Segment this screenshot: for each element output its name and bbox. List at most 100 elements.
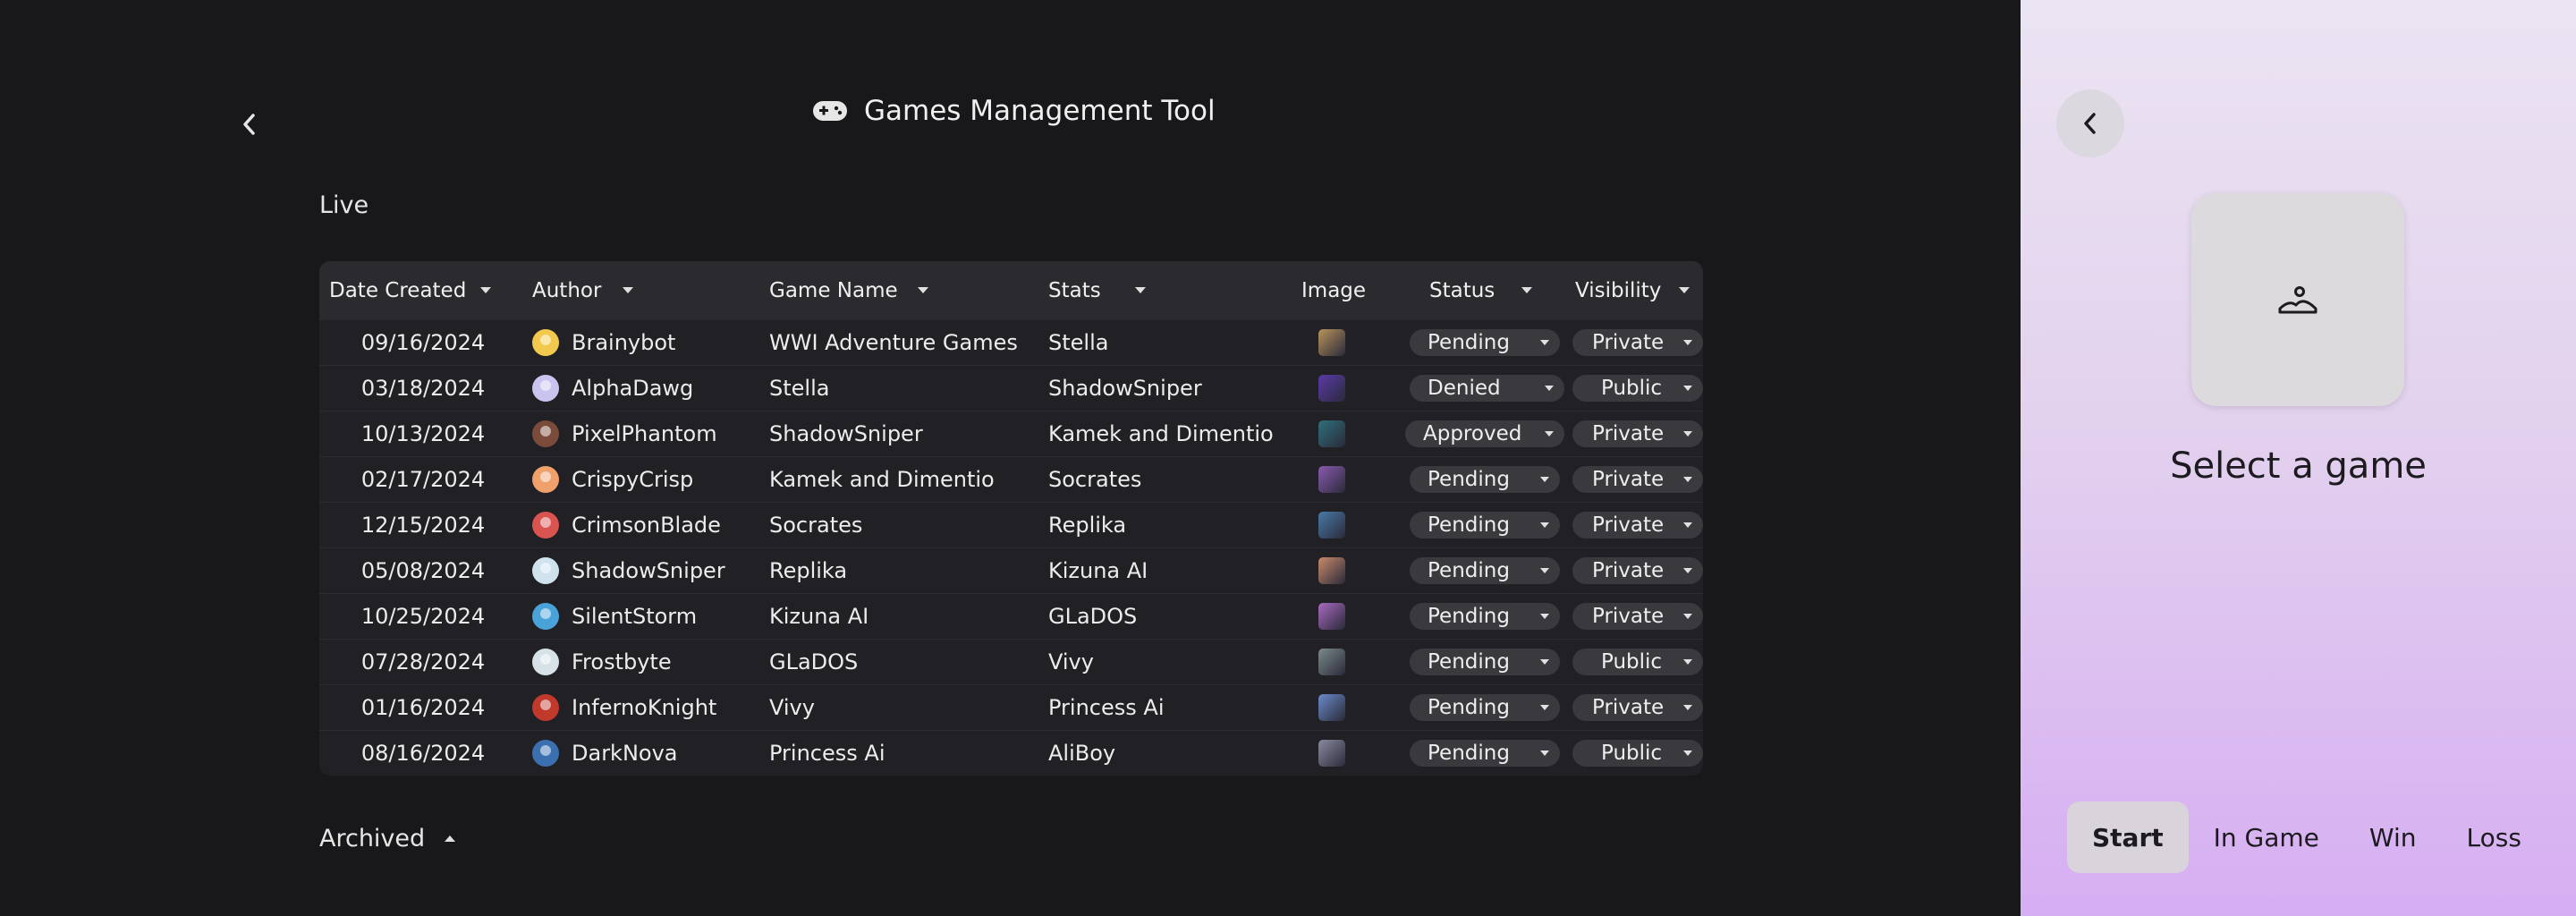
table-row[interactable]: 01/16/2024 InfernoKnight Vivy Princess Ai Pe… bbox=[319, 684, 1703, 730]
table-row[interactable]: 05/08/2024 ShadowSniper Replika Kizuna AI Pe… bbox=[319, 547, 1703, 593]
game-thumbnail bbox=[1318, 694, 1345, 721]
page-header: Games Management Tool bbox=[812, 89, 1216, 132]
status-value: Pending bbox=[1428, 605, 1510, 628]
tab-loss[interactable]: Loss bbox=[2442, 802, 2546, 873]
column-author[interactable]: Author bbox=[532, 261, 634, 319]
status-dropdown[interactable]: Pending bbox=[1410, 603, 1560, 630]
table-row[interactable]: 09/16/2024 Brainybot WWI Adventure Games St… bbox=[319, 319, 1703, 365]
chevron-down-icon bbox=[1683, 431, 1692, 437]
visibility-dropdown[interactable]: Public bbox=[1572, 375, 1703, 402]
author-cell: Brainybot bbox=[532, 320, 675, 365]
author-name: CrimsonBlade bbox=[572, 513, 721, 538]
status-dropdown[interactable]: Pending bbox=[1410, 329, 1560, 356]
chevron-down-icon bbox=[1540, 340, 1549, 345]
author-name: Frostbyte bbox=[572, 649, 672, 674]
game-thumbnail bbox=[1318, 603, 1345, 630]
table-row[interactable]: 03/18/2024 AlphaDawg Stella ShadowSniper Den… bbox=[319, 365, 1703, 411]
image-cell bbox=[1318, 411, 1345, 456]
date-created-cell: 12/15/2024 bbox=[360, 513, 486, 538]
column-visibility[interactable]: Visibility bbox=[1575, 261, 1690, 319]
status-dropdown[interactable]: Denied bbox=[1410, 375, 1564, 402]
select-game-label: Select a game bbox=[2170, 445, 2427, 487]
back-button[interactable] bbox=[231, 106, 268, 143]
visibility-value: Public bbox=[1601, 377, 1663, 400]
image-cell bbox=[1318, 366, 1345, 411]
archived-toggle[interactable]: Archived bbox=[319, 825, 456, 852]
visibility-dropdown[interactable]: Private bbox=[1572, 603, 1703, 630]
sort-caret-icon bbox=[1521, 287, 1533, 293]
column-date-created[interactable]: Date Created bbox=[329, 261, 492, 319]
visibility-value: Private bbox=[1592, 331, 1665, 354]
status-dropdown[interactable]: Pending bbox=[1410, 512, 1560, 539]
chevron-down-icon bbox=[1540, 705, 1549, 710]
chevron-down-icon bbox=[1683, 340, 1692, 345]
image-cell bbox=[1318, 548, 1345, 593]
author-cell: CrispyCrisp bbox=[532, 457, 693, 502]
author-name: DarkNova bbox=[572, 741, 678, 766]
visibility-dropdown[interactable]: Private bbox=[1572, 420, 1703, 447]
sort-caret-icon bbox=[1134, 287, 1146, 293]
author-cell: PixelPhantom bbox=[532, 411, 717, 456]
section-archived-heading: Archived bbox=[319, 825, 426, 852]
visibility-dropdown[interactable]: Public bbox=[1572, 649, 1703, 675]
status-dropdown[interactable]: Pending bbox=[1410, 694, 1560, 721]
visibility-value: Private bbox=[1592, 513, 1665, 537]
stats-cell: Vivy bbox=[1048, 649, 1094, 674]
game-image-placeholder bbox=[2191, 193, 2404, 406]
game-name-cell: Replika bbox=[769, 558, 848, 583]
table-row[interactable]: 08/16/2024 DarkNova Princess Ai AliBoy Pendi… bbox=[319, 730, 1703, 776]
stats-cell: GLaDOS bbox=[1048, 604, 1138, 629]
stats-cell: AliBoy bbox=[1048, 741, 1116, 766]
table-row[interactable]: 10/13/2024 PixelPhantom ShadowSniper Kamek … bbox=[319, 411, 1703, 456]
chevron-down-icon bbox=[1683, 568, 1692, 573]
visibility-dropdown[interactable]: Private bbox=[1572, 329, 1703, 356]
stats-cell: Replika bbox=[1048, 513, 1127, 538]
game-name-cell: Kizuna AI bbox=[769, 604, 869, 629]
main-panel: Games Management Tool Live Date Created … bbox=[0, 0, 2021, 916]
table-row[interactable]: 02/17/2024 CrispyCrisp Kamek and Dimentio S… bbox=[319, 456, 1703, 502]
avatar bbox=[532, 557, 559, 584]
chevron-down-icon bbox=[1540, 568, 1549, 573]
visibility-dropdown[interactable]: Private bbox=[1572, 466, 1703, 493]
game-name-cell: Vivy bbox=[769, 695, 815, 720]
table-row[interactable]: 07/28/2024 Frostbyte GLaDOS Vivy Pending Publ… bbox=[319, 639, 1703, 684]
visibility-dropdown[interactable]: Private bbox=[1572, 694, 1703, 721]
date-created-cell: 10/13/2024 bbox=[360, 421, 486, 446]
image-cell bbox=[1318, 503, 1345, 547]
date-created-cell: 08/16/2024 bbox=[360, 741, 486, 766]
visibility-dropdown[interactable]: Private bbox=[1572, 557, 1703, 584]
column-status[interactable]: Status bbox=[1429, 261, 1533, 319]
avatar bbox=[532, 603, 559, 630]
status-dropdown[interactable]: Pending bbox=[1410, 740, 1560, 767]
author-cell: Frostbyte bbox=[532, 640, 672, 684]
tab-start[interactable]: Start bbox=[2067, 802, 2189, 873]
status-dropdown[interactable]: Pending bbox=[1410, 466, 1560, 493]
column-stats[interactable]: Stats bbox=[1048, 261, 1146, 319]
image-cell bbox=[1318, 731, 1345, 776]
image-placeholder-icon bbox=[2278, 286, 2318, 314]
status-dropdown[interactable]: Approved bbox=[1405, 420, 1564, 447]
tab-win[interactable]: Win bbox=[2344, 802, 2442, 873]
visibility-value: Private bbox=[1592, 559, 1665, 582]
stats-cell: Socrates bbox=[1048, 467, 1142, 492]
sort-caret-icon bbox=[623, 287, 634, 293]
table-row[interactable]: 12/15/2024 CrimsonBlade Socrates Replika Pen… bbox=[319, 502, 1703, 547]
game-thumbnail bbox=[1318, 466, 1345, 493]
table-header: Date Created Author Game Name Stats Imag… bbox=[319, 261, 1703, 319]
stats-cell: Stella bbox=[1048, 330, 1109, 355]
avatar bbox=[532, 420, 559, 447]
tab-in-game[interactable]: In Game bbox=[2189, 802, 2344, 873]
visibility-dropdown[interactable]: Private bbox=[1572, 512, 1703, 539]
date-created-cell: 02/17/2024 bbox=[360, 467, 486, 492]
chevron-down-icon bbox=[1540, 614, 1549, 619]
visibility-dropdown[interactable]: Public bbox=[1572, 740, 1703, 767]
status-dropdown[interactable]: Pending bbox=[1410, 557, 1560, 584]
sort-caret-icon bbox=[480, 287, 492, 293]
status-value: Pending bbox=[1428, 331, 1510, 354]
table-row[interactable]: 10/25/2024 SilentStorm Kizuna AI GLaDOS Pend… bbox=[319, 593, 1703, 639]
date-created-cell: 05/08/2024 bbox=[360, 558, 486, 583]
status-dropdown[interactable]: Pending bbox=[1410, 649, 1560, 675]
preview-back-button[interactable] bbox=[2056, 89, 2124, 157]
avatar bbox=[532, 649, 559, 675]
column-game-name[interactable]: Game Name bbox=[769, 261, 928, 319]
